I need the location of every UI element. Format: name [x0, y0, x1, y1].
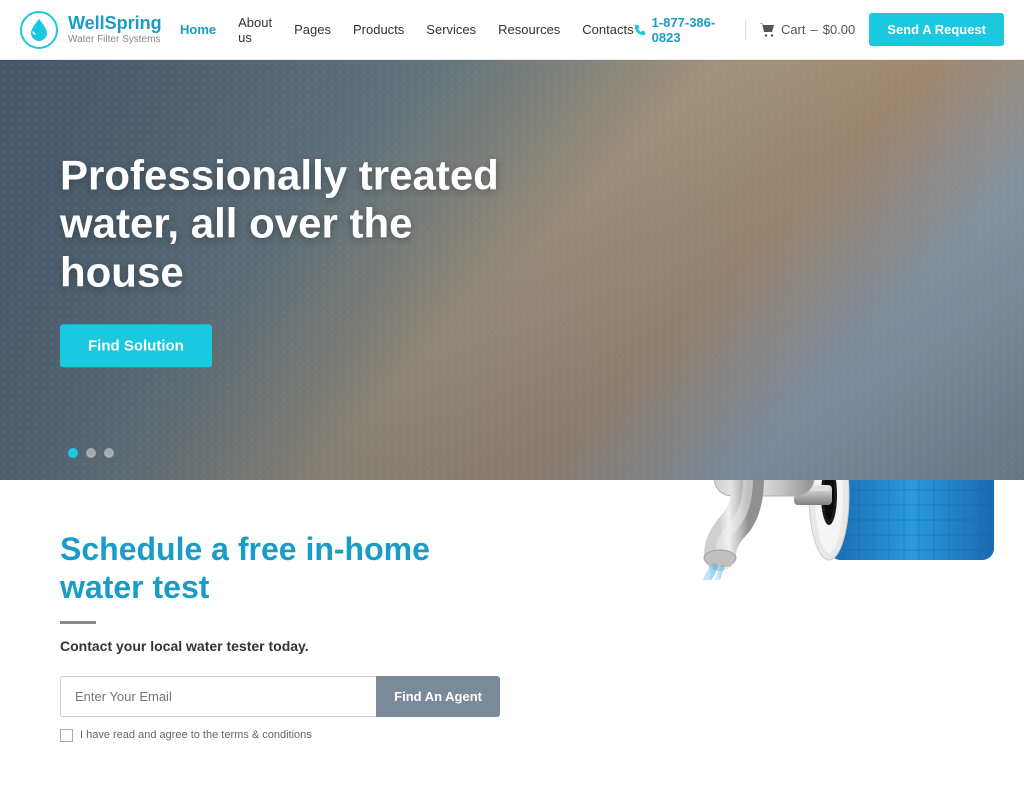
find-agent-button[interactable]: Find An Agent	[376, 676, 500, 717]
phone-number: 1-877-386-0823	[652, 15, 731, 45]
nav-home[interactable]: Home	[180, 22, 216, 37]
water-test-section: Schedule a free in-home water test Conta…	[0, 480, 1024, 792]
email-input[interactable]	[60, 676, 376, 717]
logo-area: WellSpring Water Filter Systems	[20, 11, 180, 49]
phone-icon	[634, 23, 646, 37]
water-test-subtitle: Contact your local water tester today.	[60, 638, 500, 654]
nav-contacts[interactable]: Contacts	[582, 22, 633, 37]
hero-slider-dots	[68, 448, 114, 458]
find-solution-button[interactable]: Find Solution	[60, 324, 212, 367]
water-test-content: Schedule a free in-home water test Conta…	[60, 530, 540, 742]
email-row: Find An Agent	[60, 676, 500, 717]
cart-icon	[760, 23, 776, 37]
hero-dot-2[interactable]	[86, 448, 96, 458]
divider	[745, 20, 746, 40]
nav-products[interactable]: Products	[353, 22, 404, 37]
logo-text: WellSpring Water Filter Systems	[68, 14, 162, 45]
logo-brand: WellSpring	[68, 14, 162, 34]
send-request-button[interactable]: Send A Request	[869, 13, 1004, 46]
logo-icon	[20, 11, 58, 49]
title-divider	[60, 621, 96, 624]
water-test-title: Schedule a free in-home water test	[60, 530, 500, 607]
hero-section: Professionally treated water, all over t…	[0, 60, 1024, 480]
cart-dash: –	[811, 22, 818, 37]
nav-about[interactable]: About us	[238, 15, 272, 45]
terms-row: I have read and agree to the terms & con…	[60, 729, 500, 742]
cart-label: Cart	[781, 22, 806, 37]
hero-content: Professionally treated water, all over t…	[60, 151, 540, 367]
site-header: WellSpring Water Filter Systems Home Abo…	[0, 0, 1024, 60]
main-nav: Home About us Pages Products Services Re…	[180, 15, 634, 45]
logo-tagline: Water Filter Systems	[68, 34, 162, 45]
phone-area: 1-877-386-0823	[634, 15, 731, 45]
header-right: 1-877-386-0823 Cart – $0.00 Send A Reque…	[634, 13, 1004, 46]
terms-checkbox[interactable]	[60, 729, 73, 742]
nav-pages[interactable]: Pages	[294, 22, 331, 37]
nav-services[interactable]: Services	[426, 22, 476, 37]
hero-dot-3[interactable]	[104, 448, 114, 458]
cart-area[interactable]: Cart – $0.00	[760, 22, 855, 37]
nav-resources[interactable]: Resources	[498, 22, 560, 37]
hero-dot-1[interactable]	[68, 448, 78, 458]
terms-text: I have read and agree to the terms & con…	[80, 729, 312, 741]
cart-price: $0.00	[823, 22, 856, 37]
hero-title: Professionally treated water, all over t…	[60, 151, 540, 296]
